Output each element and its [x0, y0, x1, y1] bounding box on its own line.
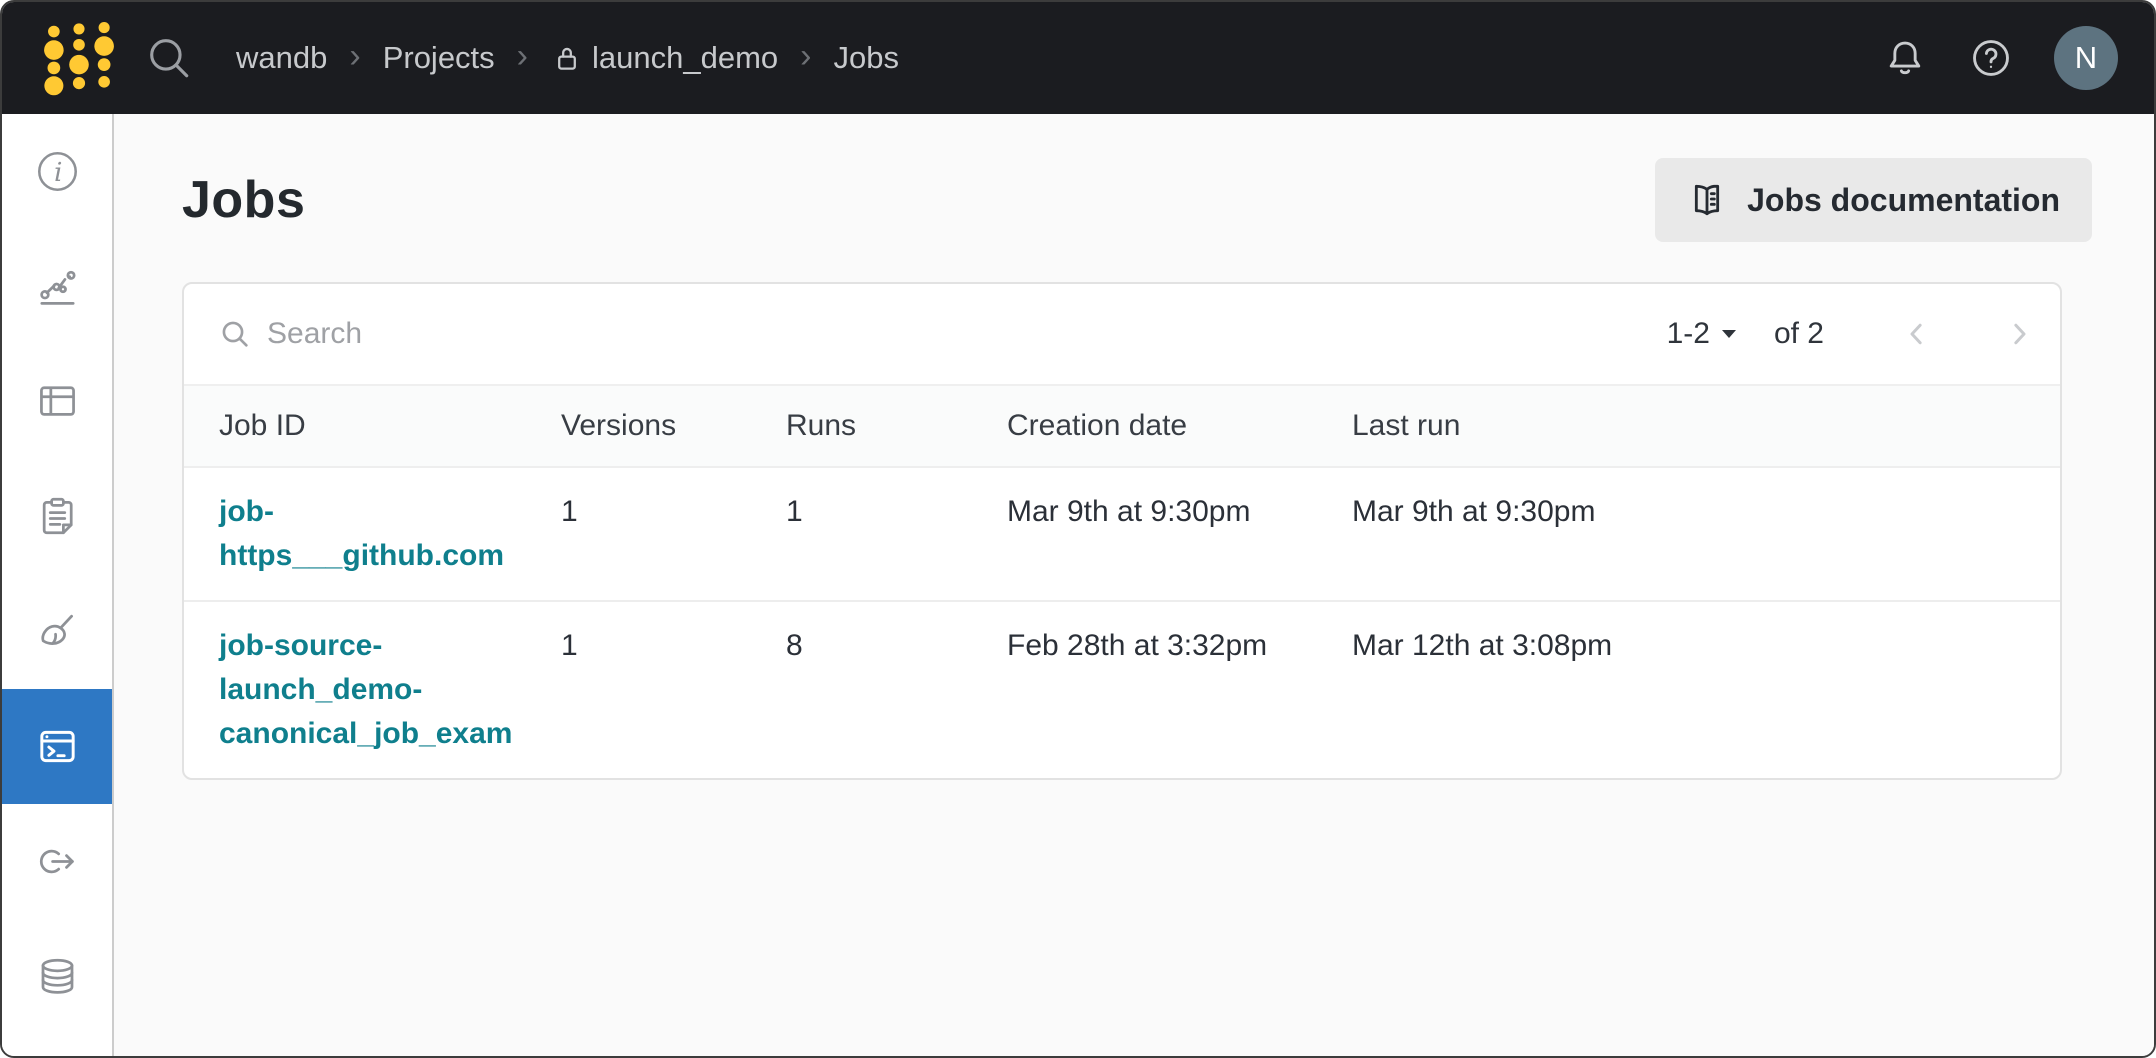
terminal-icon — [34, 723, 81, 770]
creation-date-cell: Mar 9th at 9:30pm — [1007, 490, 1352, 534]
chevron-left-icon[interactable] — [1902, 319, 1932, 349]
launch-arrow-icon — [34, 838, 81, 885]
breadcrumb-separator: › — [517, 39, 528, 77]
main-content: Jobs Jobs documentation — [114, 114, 2154, 1056]
project-sidebar: i — [2, 114, 114, 1056]
column-header-last-run[interactable]: Last run — [1352, 404, 2060, 448]
app-window: wandb › Projects › launch_demo › Jobs — [0, 0, 2156, 1058]
help-icon[interactable] — [1968, 35, 2014, 81]
jobs-table-card: 1-2 of 2 — [182, 282, 2062, 780]
table-header-row: Job ID Versions Runs Creation date Last … — [184, 386, 2060, 468]
breadcrumb-section[interactable]: Projects — [383, 40, 495, 76]
jobs-documentation-button[interactable]: Jobs documentation — [1655, 158, 2092, 242]
broom-icon — [34, 608, 81, 655]
table-search — [219, 317, 1667, 351]
page-total-label: of 2 — [1774, 317, 1824, 351]
creation-date-cell: Feb 28th at 3:32pm — [1007, 624, 1352, 668]
info-icon: i — [34, 148, 81, 195]
lock-icon — [550, 41, 584, 75]
svg-text:i: i — [54, 157, 62, 188]
sidebar-item-artifacts[interactable] — [2, 919, 112, 1034]
column-header-runs[interactable]: Runs — [786, 404, 1007, 448]
clipboard-icon — [34, 493, 81, 540]
table-row: job-source-launch_demo-canonical_job_exa… — [184, 602, 2060, 778]
breadcrumb-separator: › — [800, 39, 811, 77]
breadcrumb: wandb › Projects › launch_demo › Jobs — [236, 39, 899, 77]
search-input[interactable] — [267, 317, 887, 351]
job-id-link[interactable]: job-source-launch_demo-canonical_job_exa… — [219, 624, 537, 756]
breadcrumb-project-label: launch_demo — [592, 40, 778, 76]
sidebar-item-overview[interactable]: i — [2, 114, 112, 229]
runs-cell: 8 — [786, 624, 1007, 668]
job-id-link[interactable]: job-https___github.com — [219, 490, 537, 578]
breadcrumb-entity[interactable]: wandb — [236, 40, 327, 76]
last-run-cell: Mar 12th at 3:08pm — [1352, 624, 2060, 668]
versions-cell: 1 — [561, 624, 786, 668]
bell-icon[interactable] — [1882, 35, 1928, 81]
page-range-dropdown[interactable]: 1-2 — [1667, 317, 1738, 351]
wandb-logo-icon[interactable] — [38, 19, 120, 97]
page-title: Jobs — [182, 170, 305, 230]
column-header-creation-date[interactable]: Creation date — [1007, 404, 1352, 448]
app-body: i — [2, 114, 2154, 1056]
sidebar-item-runs-table[interactable] — [2, 344, 112, 459]
avatar[interactable]: N — [2054, 26, 2118, 90]
topbar-actions: N — [1882, 26, 2118, 90]
versions-cell: 1 — [561, 490, 786, 534]
last-run-cell: Mar 9th at 9:30pm — [1352, 490, 2060, 534]
runs-cell: 1 — [786, 490, 1007, 534]
search-icon — [219, 318, 251, 350]
chevron-down-icon — [1720, 327, 1738, 341]
database-icon — [34, 953, 81, 1000]
breadcrumb-project[interactable]: launch_demo — [550, 40, 778, 76]
breadcrumb-page[interactable]: Jobs — [833, 40, 898, 76]
jobs-documentation-label: Jobs documentation — [1747, 182, 2060, 219]
chevron-right-icon[interactable] — [2004, 319, 2034, 349]
column-header-job-id[interactable]: Job ID — [219, 404, 561, 448]
sidebar-item-reports[interactable] — [2, 459, 112, 574]
sidebar-item-sweeps[interactable] — [2, 574, 112, 689]
table-icon — [34, 378, 81, 425]
top-navbar: wandb › Projects › launch_demo › Jobs — [2, 2, 2154, 114]
sidebar-item-jobs[interactable] — [2, 689, 112, 804]
line-chart-icon — [34, 263, 81, 310]
book-icon — [1687, 180, 1727, 220]
page-header: Jobs Jobs documentation — [182, 158, 2092, 242]
table-row: job-https___github.com 1 1 Mar 9th at 9:… — [184, 468, 2060, 602]
sidebar-item-workspace[interactable] — [2, 229, 112, 344]
pagination: 1-2 of 2 — [1667, 317, 2034, 351]
table-toolbar: 1-2 of 2 — [184, 284, 2060, 386]
sidebar-item-automations[interactable] — [2, 804, 112, 919]
avatar-initial: N — [2075, 40, 2097, 76]
breadcrumb-separator: › — [349, 39, 360, 77]
column-header-versions[interactable]: Versions — [561, 404, 786, 448]
search-icon[interactable] — [144, 33, 194, 83]
page-range-value: 1-2 — [1667, 317, 1710, 351]
